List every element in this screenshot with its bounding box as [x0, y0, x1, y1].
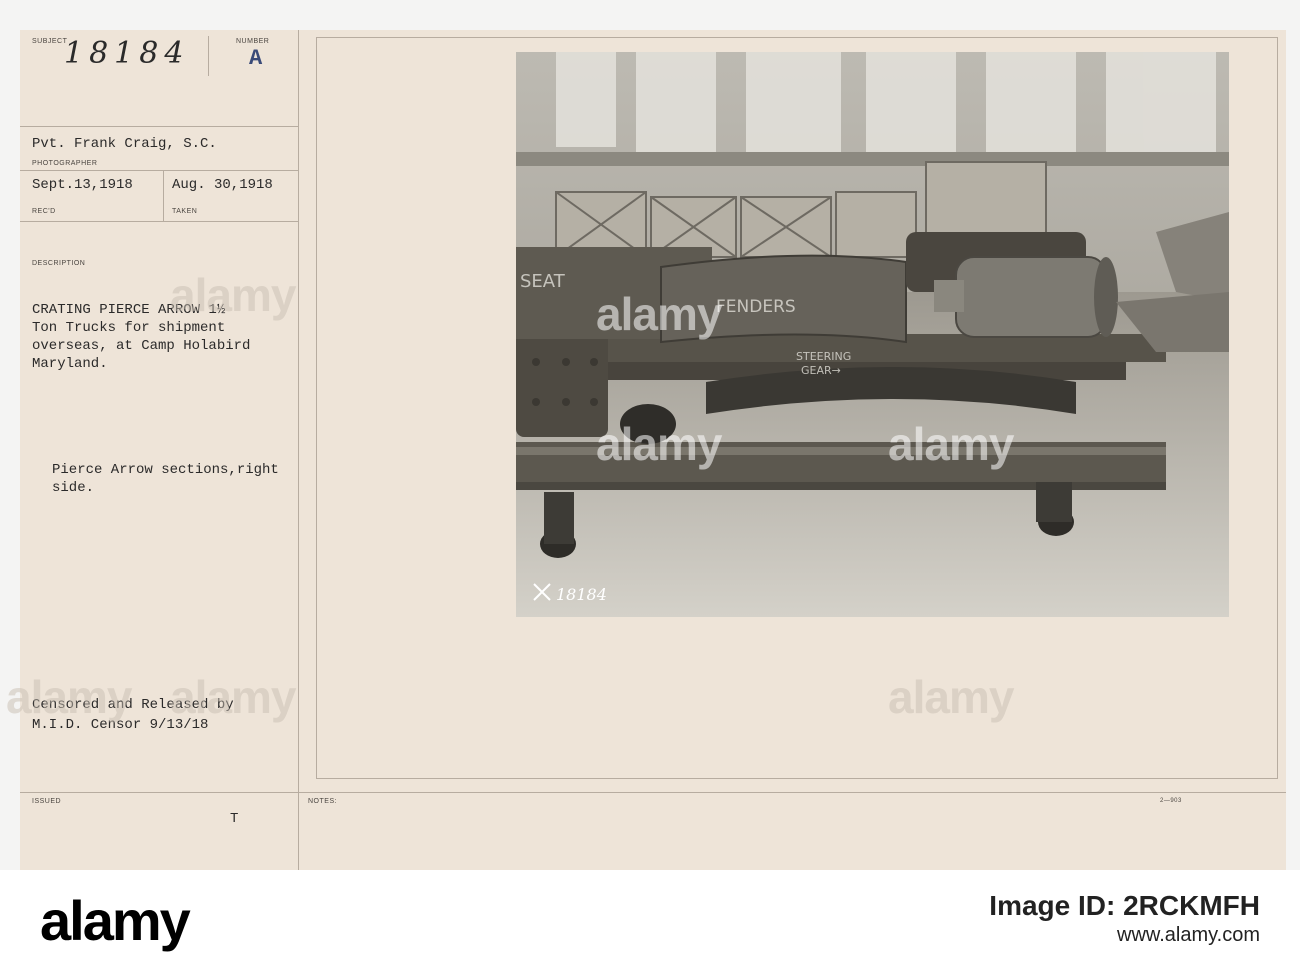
divider [20, 221, 298, 222]
image-id: Image ID: 2RCKMFH [989, 890, 1260, 921]
alamy-logo: alamy [40, 889, 191, 952]
sub-description-line: side. [52, 480, 95, 496]
watermark: alamy [888, 671, 1014, 723]
received-label: REC'D [32, 208, 56, 215]
description-label: DESCRIPTION [32, 260, 86, 267]
taken-date: Aug. 30,1918 [172, 177, 273, 193]
divider [20, 170, 298, 171]
chalk-steering: STEERING [796, 350, 851, 363]
chalk-seat: SEAT [520, 271, 566, 292]
received-date: Sept.13,1918 [32, 177, 133, 193]
watermark: alamy [888, 418, 1014, 470]
issued-mark: T [230, 811, 239, 827]
left-column-divider [298, 30, 299, 870]
photograph: SEAT FENDERS STEERING GEAR→ 18184 alamy … [516, 52, 1229, 617]
subject-label: SUBJECT [32, 38, 68, 45]
subject-number: 18184 [64, 36, 190, 71]
watermark: alamy [170, 671, 296, 723]
stock-footer: alamy Image ID: 2RCKMFH www.alamy.com [0, 870, 1300, 962]
description-line: overseas, at Camp Holabird [32, 338, 251, 354]
negative-number: 18184 [556, 585, 607, 604]
site-url[interactable]: www.alamy.com [989, 922, 1260, 948]
photographer-name: Pvt. Frank Craig, S.C. [32, 136, 217, 152]
issued-label: ISSUED [32, 798, 62, 805]
watermark: alamy [596, 418, 722, 470]
divider [20, 792, 1286, 793]
notes-label: NOTES: [308, 798, 338, 805]
sub-description-line: Pierce Arrow sections,right [52, 462, 279, 478]
subject-number-divider [208, 36, 209, 76]
divider [20, 126, 298, 127]
watermark: alamy [596, 288, 722, 340]
taken-label: TAKEN [172, 208, 198, 215]
number-label: NUMBER [236, 38, 270, 45]
form-code: 2—903 [1160, 798, 1182, 804]
date-divider [163, 170, 164, 221]
number-letter: A [249, 46, 263, 71]
watermark: alamy [6, 671, 132, 723]
chalk-gear: GEAR→ [801, 364, 841, 377]
chalk-fenders: FENDERS [716, 297, 796, 317]
photographer-label: PHOTOGRAPHER [32, 160, 98, 167]
watermark: alamy [170, 269, 296, 321]
description-line: Maryland. [32, 356, 108, 372]
record-card: SUBJECT 18184 NUMBER A Pvt. Frank Craig,… [6, 30, 1286, 870]
footer-info: Image ID: 2RCKMFH www.alamy.com [989, 890, 1260, 948]
